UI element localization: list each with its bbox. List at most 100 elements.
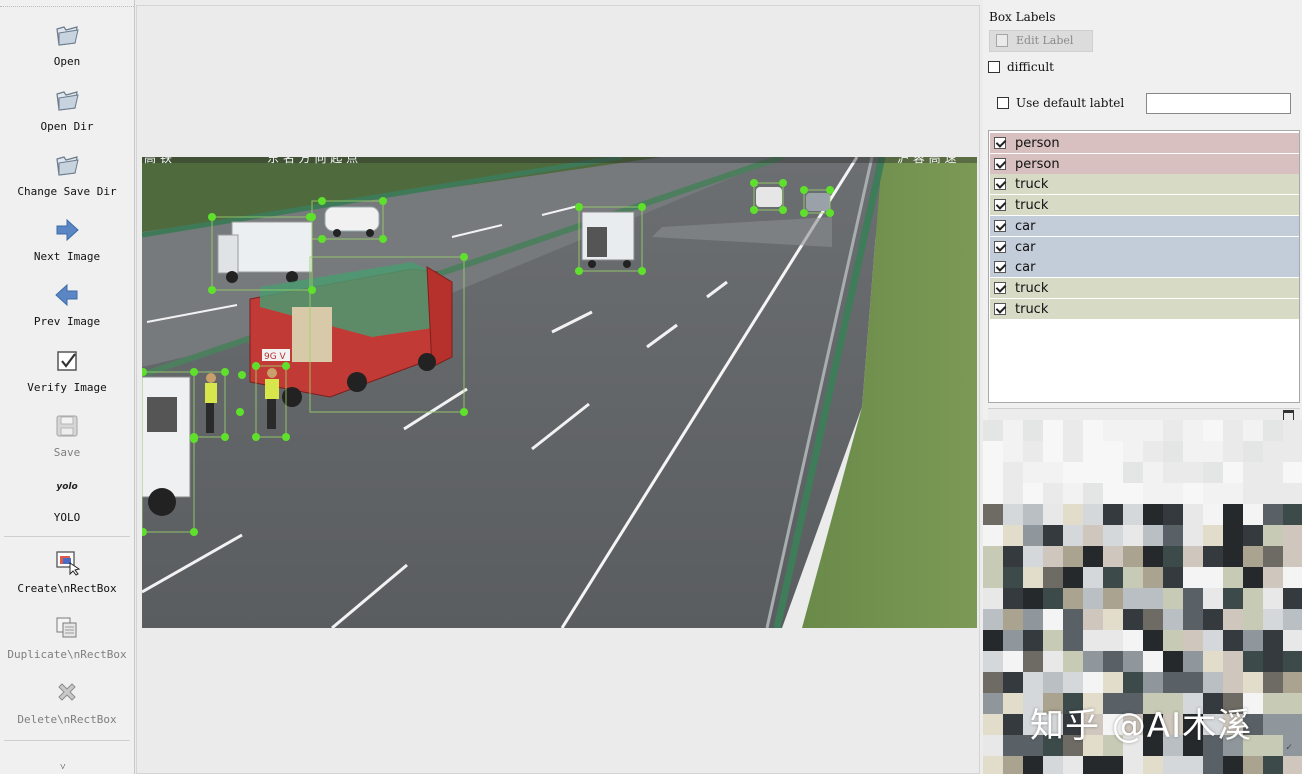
watermark: 知乎 @AI木溪 xyxy=(1030,706,1253,746)
toolbar-more-icon[interactable]: ˅ xyxy=(60,762,66,773)
label-item[interactable]: car xyxy=(990,257,1299,277)
overlay-text-left: 高 铁 xyxy=(144,157,172,165)
preview-pixel xyxy=(1143,525,1163,546)
preview-pixel xyxy=(1283,546,1302,567)
label-item[interactable]: car xyxy=(990,216,1299,236)
save-button[interactable]: Save xyxy=(0,406,134,468)
open-dir-button[interactable]: Open Dir xyxy=(0,80,134,142)
preview-pixel xyxy=(1283,462,1302,483)
preview-pixel xyxy=(1203,420,1223,441)
difficult-checkbox[interactable] xyxy=(988,61,1000,73)
label-checkbox[interactable] xyxy=(994,199,1006,211)
preview-pixel xyxy=(1043,483,1063,504)
label-text: car xyxy=(1015,240,1036,255)
label-checkbox[interactable] xyxy=(994,220,1006,232)
label-checkbox[interactable] xyxy=(994,282,1006,294)
preview-pixel xyxy=(983,756,1003,774)
label-text: car xyxy=(1015,260,1036,275)
verify-image-label: Verify Image xyxy=(27,381,107,394)
dock-title: Box Labels xyxy=(989,10,1056,24)
prev-image-button[interactable]: Prev Image xyxy=(0,275,134,337)
preview-pixel xyxy=(1003,504,1023,525)
preview-pixel xyxy=(1003,756,1023,774)
preview-pixel xyxy=(1243,609,1263,630)
label-item[interactable]: person xyxy=(990,133,1299,153)
label-list[interactable]: person person truck truck car car car tr… xyxy=(988,130,1300,403)
delete-x-icon xyxy=(58,683,76,701)
open-button[interactable]: Open xyxy=(0,15,134,77)
preview-pixel xyxy=(1103,420,1123,441)
label-text: truck xyxy=(1015,302,1049,317)
annotated-image[interactable]: 9G V 高 铁 东 名 方 向 起 点 沪 蓉 高 速 xyxy=(142,157,977,628)
small-truck xyxy=(581,211,635,268)
preview-pixel xyxy=(1043,609,1063,630)
preview-pixel xyxy=(1283,567,1302,588)
preview-pixel xyxy=(1043,420,1063,441)
preview-pixel xyxy=(1263,441,1283,462)
toolbar: Open Open Dir Change Save Dir Next Image… xyxy=(0,0,135,774)
preview-pixel xyxy=(1143,567,1163,588)
create-rect-icon xyxy=(56,551,81,576)
preview-pixel xyxy=(1263,483,1283,504)
preview-pixel xyxy=(1243,567,1263,588)
preview-pixel xyxy=(983,420,1003,441)
use-default-label-checkbox[interactable] xyxy=(997,97,1009,109)
save-label: Save xyxy=(53,446,81,459)
preview-pixel xyxy=(1183,420,1203,441)
label-checkbox[interactable] xyxy=(994,158,1006,170)
verify-image-button[interactable]: Verify Image xyxy=(0,341,134,403)
preview-pixel xyxy=(1143,588,1163,609)
preview-pixel xyxy=(1223,672,1243,693)
yolo-button[interactable]: yolo YOLO xyxy=(0,472,134,534)
preview-pixel xyxy=(1043,588,1063,609)
chevron-right-icon[interactable]: › xyxy=(1268,762,1274,773)
preview-pixel xyxy=(1123,420,1143,441)
label-item[interactable]: truck xyxy=(990,195,1299,215)
label-checkbox[interactable] xyxy=(994,178,1006,190)
preview-pixel xyxy=(1063,630,1083,651)
delete-rectbox-button[interactable]: Delete\nRectBox xyxy=(0,673,134,735)
label-item[interactable]: car xyxy=(990,237,1299,257)
label-item[interactable]: truck xyxy=(990,174,1299,194)
preview-pixel xyxy=(1103,525,1123,546)
preview-pixel xyxy=(1003,483,1023,504)
label-item[interactable]: truck xyxy=(990,299,1299,319)
default-label-input[interactable] xyxy=(1146,93,1291,114)
preview-pixel xyxy=(983,714,1003,735)
label-item[interactable]: truck xyxy=(990,278,1299,298)
change-save-dir-button[interactable]: Change Save Dir xyxy=(0,145,134,207)
create-rectbox-button[interactable]: Create\nRectBox xyxy=(0,542,134,604)
label-text: person xyxy=(1015,157,1060,172)
next-image-button[interactable]: Next Image xyxy=(0,210,134,272)
label-text: truck xyxy=(1015,177,1049,192)
label-checkbox[interactable] xyxy=(994,137,1006,149)
preview-pixel xyxy=(983,546,1003,567)
label-checkbox[interactable] xyxy=(994,241,1006,253)
distant-car xyxy=(756,187,782,207)
preview-pixel xyxy=(1003,525,1023,546)
preview-pixel xyxy=(1063,483,1083,504)
preview-pixel xyxy=(1003,651,1023,672)
label-checkbox[interactable] xyxy=(994,303,1006,315)
preview-pixel xyxy=(1103,504,1123,525)
preview-pixel xyxy=(1183,462,1203,483)
preview-pixel xyxy=(1103,609,1123,630)
label-item[interactable]: person xyxy=(990,154,1299,174)
label-checkbox[interactable] xyxy=(994,261,1006,273)
preview-pixel xyxy=(1243,672,1263,693)
preview-pixel xyxy=(1023,462,1043,483)
preview-pixel xyxy=(983,609,1003,630)
preview-pixel xyxy=(1003,609,1023,630)
duplicate-rectbox-button[interactable]: Duplicate\nRectBox xyxy=(0,608,134,670)
preview-pixel xyxy=(1223,567,1243,588)
edit-label-button[interactable]: Edit Label xyxy=(989,30,1093,52)
preview-pixel xyxy=(1203,630,1223,651)
preview-pixel xyxy=(1223,756,1243,774)
preview-pixel xyxy=(1183,567,1203,588)
preview-pixel xyxy=(1223,504,1243,525)
preview-pixel xyxy=(1263,651,1283,672)
preview-pixel xyxy=(1063,441,1083,462)
preview-pixel xyxy=(1263,504,1283,525)
preview-pixel xyxy=(1143,609,1163,630)
scroll-check-icon[interactable]: ✓ xyxy=(1286,742,1292,753)
